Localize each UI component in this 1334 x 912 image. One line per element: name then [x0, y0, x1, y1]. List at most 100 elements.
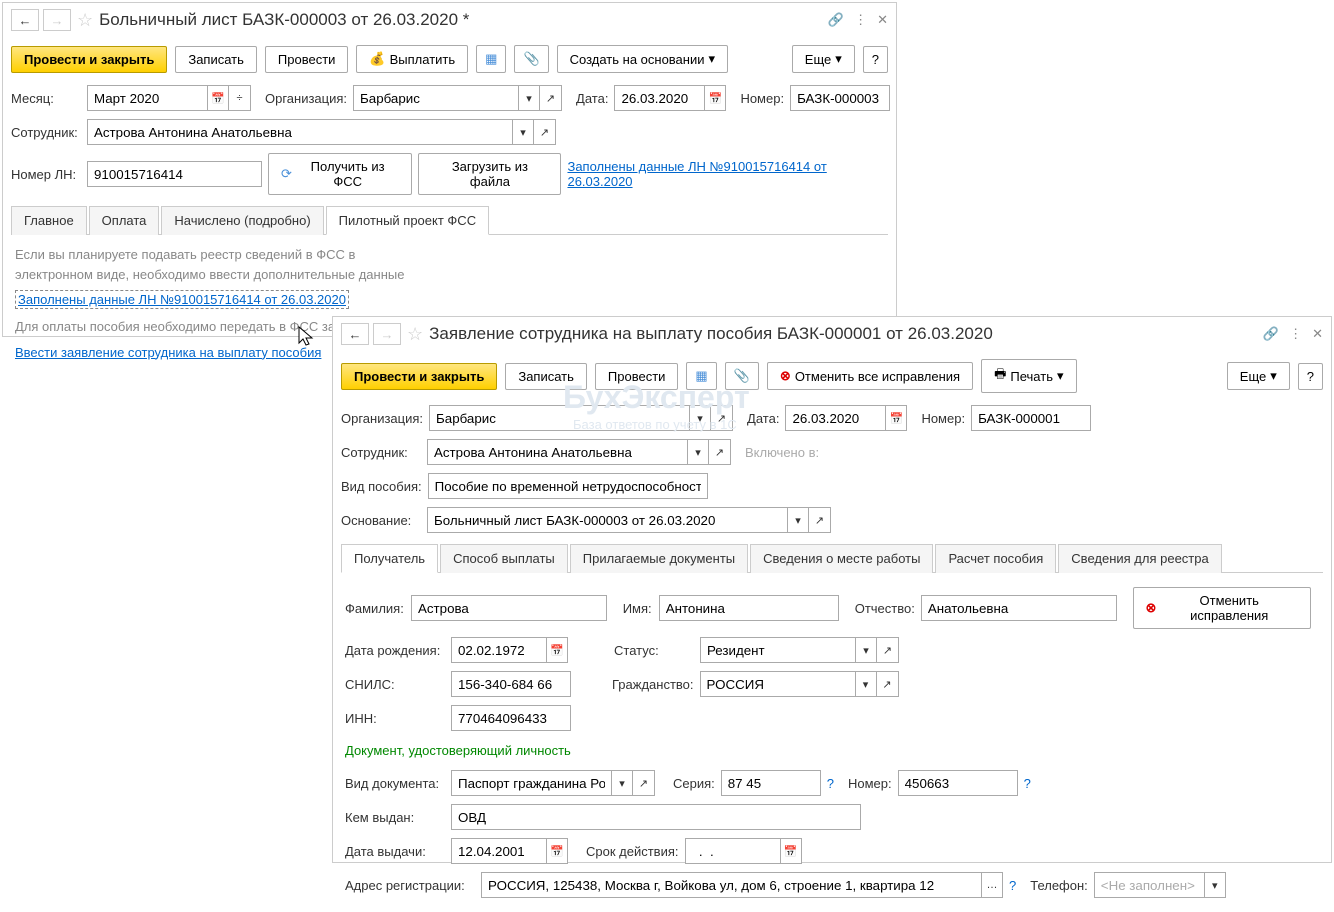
surname-input[interactable] [411, 595, 607, 621]
report-button[interactable]: ▦ [686, 362, 716, 390]
tab-fss-pilot[interactable]: Пилотный проект ФСС [326, 206, 489, 235]
issued-by-input[interactable] [451, 804, 861, 830]
more-icon[interactable]: ⋮ [1289, 326, 1302, 342]
dropdown-icon[interactable]: ▾ [855, 637, 877, 663]
open-icon[interactable]: ↗ [709, 439, 731, 465]
tab-payment[interactable]: Оплата [89, 206, 160, 235]
tab-accrued[interactable]: Начислено (подробно) [161, 206, 323, 235]
address-input[interactable] [481, 872, 981, 898]
create-based-button[interactable]: Создать на основании ▾ [557, 45, 728, 73]
cancel-all-fixes-button[interactable]: ⊗ Отменить все исправления [767, 362, 973, 390]
get-from-fss-button[interactable]: ⟳ Получить из ФСС [268, 153, 412, 195]
open-icon[interactable]: ↗ [633, 770, 655, 796]
tab-attached-docs[interactable]: Прилагаемые документы [570, 544, 748, 573]
print-button[interactable]: 🖶 Печать ▾ [981, 359, 1076, 393]
help-button[interactable]: ? [1298, 363, 1323, 390]
validity-input[interactable] [685, 838, 780, 864]
basis-input[interactable] [427, 507, 787, 533]
tab-work-info[interactable]: Сведения о месте работы [750, 544, 933, 573]
dob-input[interactable] [451, 637, 546, 663]
open-icon[interactable]: ↗ [809, 507, 831, 533]
ln-data-link[interactable]: Заполнены данные ЛН №910015716414 от 26.… [567, 159, 888, 189]
phone-input[interactable] [1094, 872, 1204, 898]
more-button[interactable]: Еще ▾ [1227, 362, 1290, 390]
nav-forward-button[interactable]: → [373, 323, 401, 345]
number-input[interactable] [790, 85, 890, 111]
pay-button[interactable]: 💰Выплатить [356, 45, 468, 73]
attach-button[interactable]: 📎 [725, 362, 759, 390]
close-icon[interactable]: ✕ [877, 12, 888, 28]
dropdown-icon[interactable]: ▾ [689, 405, 711, 431]
dropdown-icon[interactable]: ▾ [512, 119, 534, 145]
calendar-icon[interactable]: 📅 [546, 838, 568, 864]
dropdown-icon[interactable]: ▾ [518, 85, 540, 111]
more-icon[interactable]: ⋮ [854, 12, 867, 28]
doc-type-input[interactable] [451, 770, 611, 796]
open-icon[interactable]: ↗ [534, 119, 556, 145]
link-icon[interactable]: 🔗 [1263, 326, 1279, 342]
date-input[interactable] [785, 405, 885, 431]
nav-back-button[interactable]: ← [341, 323, 369, 345]
create-application-link[interactable]: Ввести заявление сотрудника на выплату п… [15, 345, 321, 360]
nav-forward-button[interactable]: → [43, 9, 71, 31]
save-button[interactable]: Записать [175, 46, 257, 73]
attach-button[interactable]: 📎 [514, 45, 548, 73]
post-and-close-button[interactable]: Провести и закрыть [11, 46, 167, 73]
report-button[interactable]: ▦ [476, 45, 506, 73]
dropdown-icon[interactable]: ▾ [1204, 872, 1226, 898]
tab-benefit-calc[interactable]: Расчет пособия [935, 544, 1056, 573]
patronymic-input[interactable] [921, 595, 1117, 621]
post-and-close-button[interactable]: Провести и закрыть [341, 363, 497, 390]
calendar-icon[interactable]: 📅 [704, 85, 726, 111]
dropdown-icon[interactable]: ▾ [611, 770, 633, 796]
benefit-type-input[interactable] [428, 473, 708, 499]
name-input[interactable] [659, 595, 839, 621]
month-input[interactable] [87, 85, 207, 111]
inn-input[interactable] [451, 705, 571, 731]
save-button[interactable]: Записать [505, 363, 587, 390]
open-icon[interactable]: ↗ [711, 405, 733, 431]
favorite-icon[interactable]: ☆ [77, 10, 93, 31]
open-icon[interactable]: ↗ [877, 637, 899, 663]
load-from-file-button[interactable]: Загрузить из файла [418, 153, 561, 195]
employee-input[interactable] [87, 119, 512, 145]
employee-input[interactable] [427, 439, 687, 465]
status-input[interactable] [700, 637, 855, 663]
calendar-icon[interactable]: 📅 [546, 637, 568, 663]
dropdown-icon[interactable]: ▾ [687, 439, 709, 465]
org-input[interactable] [353, 85, 518, 111]
help-icon[interactable]: ? [1024, 776, 1031, 791]
citizenship-input[interactable] [700, 671, 855, 697]
docnum-input[interactable] [898, 770, 1018, 796]
post-button[interactable]: Провести [595, 363, 679, 390]
close-icon[interactable]: ✕ [1312, 326, 1323, 342]
open-icon[interactable]: ↗ [877, 671, 899, 697]
date-input[interactable] [614, 85, 704, 111]
calendar-icon[interactable]: 📅 [885, 405, 907, 431]
post-button[interactable]: Провести [265, 46, 349, 73]
ln-data-link-2[interactable]: Заполнены данные ЛН №910015716414 от 26.… [15, 290, 349, 309]
stepper-icon[interactable]: ÷ [229, 85, 251, 111]
org-input[interactable] [429, 405, 689, 431]
more-button[interactable]: Еще ▾ [792, 45, 855, 73]
snils-input[interactable] [451, 671, 571, 697]
open-icon[interactable]: ↗ [540, 85, 562, 111]
cancel-fixes-button[interactable]: ⊗ Отменить исправления [1133, 587, 1311, 629]
dropdown-icon[interactable]: ▾ [855, 671, 877, 697]
number-input[interactable] [971, 405, 1091, 431]
help-icon[interactable]: ? [1009, 878, 1016, 893]
calendar-icon[interactable]: 📅 [207, 85, 229, 111]
series-input[interactable] [721, 770, 821, 796]
ln-input[interactable] [87, 161, 262, 187]
tab-registry-info[interactable]: Сведения для реестра [1058, 544, 1221, 573]
favorite-icon[interactable]: ☆ [407, 324, 423, 345]
tab-main[interactable]: Главное [11, 206, 87, 235]
dropdown-icon[interactable]: ▾ [787, 507, 809, 533]
tab-recipient[interactable]: Получатель [341, 544, 438, 573]
issue-date-input[interactable] [451, 838, 546, 864]
help-icon[interactable]: ? [827, 776, 834, 791]
nav-back-button[interactable]: ← [11, 9, 39, 31]
ellipsis-icon[interactable]: … [981, 872, 1003, 898]
link-icon[interactable]: 🔗 [828, 12, 844, 28]
tab-payment-method[interactable]: Способ выплаты [440, 544, 568, 573]
